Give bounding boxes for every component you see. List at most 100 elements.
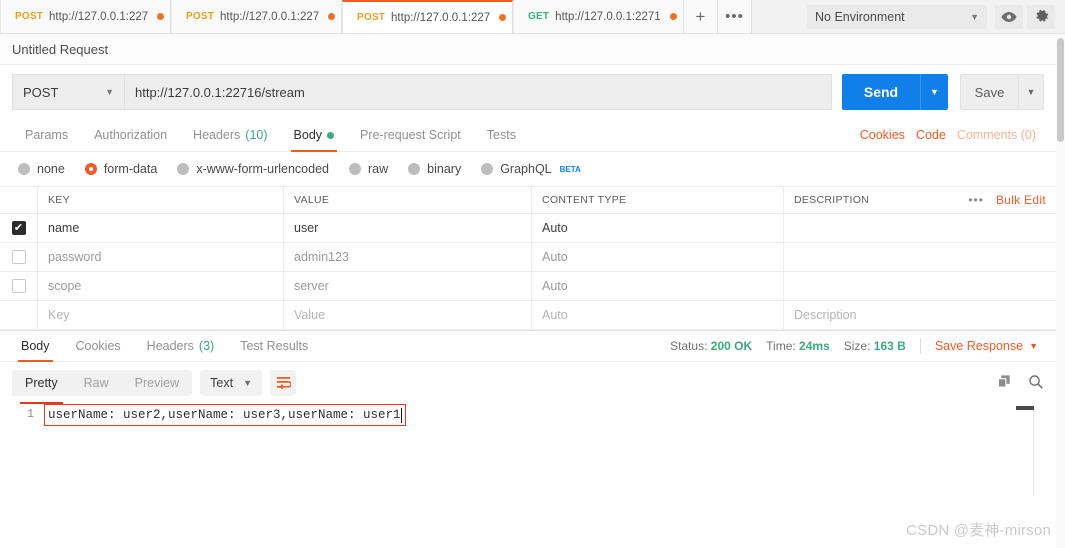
row-content-type-input[interactable]: Auto [532, 214, 784, 242]
view-mode-preview[interactable]: Preview [122, 370, 192, 396]
word-wrap-toggle[interactable] [270, 370, 296, 396]
comments-link[interactable]: Comments (0) [957, 128, 1036, 142]
settings-button[interactable] [1027, 4, 1055, 29]
request-tab-strip: POST http://127.0.0.1:227… POST http://1… [0, 0, 1065, 34]
response-tab-body[interactable]: Body [8, 331, 63, 362]
request-tab-4[interactable]: GET http://127.0.0.1:2271… [513, 0, 684, 33]
save-response-button[interactable]: Save Response ▼ [935, 339, 1038, 353]
body-type-graphql[interactable]: GraphQL BETA [481, 162, 581, 176]
tab-headers[interactable]: Headers (10) [180, 119, 280, 151]
row-content-type-input[interactable]: Auto [532, 272, 784, 300]
row-key-input[interactable]: password [38, 243, 284, 271]
environment-quick-look-button[interactable] [995, 4, 1023, 29]
tab-authorization[interactable]: Authorization [81, 119, 180, 151]
row-enable-checkbox[interactable] [0, 272, 38, 300]
request-tab-method: POST [15, 11, 44, 22]
body-type-none[interactable]: none [18, 162, 65, 176]
tab-label: Body [21, 339, 50, 353]
response-tabs-bar: Body Cookies Headers (3) Test Results St… [0, 330, 1056, 362]
view-mode-label: Preview [134, 376, 180, 390]
unsaved-changes-dot-icon [157, 13, 164, 20]
page-scrollbar[interactable] [1056, 34, 1065, 548]
tab-label: Authorization [94, 128, 168, 142]
cookies-link[interactable]: Cookies [860, 128, 905, 142]
new-row-content-type-input[interactable]: Auto [532, 301, 784, 329]
save-button[interactable]: Save [960, 74, 1018, 110]
body-type-raw[interactable]: raw [349, 162, 388, 176]
body-type-binary[interactable]: binary [408, 162, 461, 176]
environment-selector-label: No Environment [815, 9, 905, 24]
chevron-down-icon: ▼ [243, 378, 252, 388]
request-tab-url: http://127.0.0.1:227… [49, 10, 149, 23]
view-mode-raw[interactable]: Raw [71, 370, 122, 396]
request-tab-2[interactable]: POST http://127.0.0.1:227… [171, 0, 342, 33]
row-description-input[interactable] [784, 214, 1056, 242]
tab-label: Pre-request Script [360, 128, 461, 142]
tab-label: Tests [486, 128, 516, 142]
row-enable-checkbox[interactable] [0, 214, 38, 242]
radio-icon [177, 163, 190, 175]
copy-to-clipboard-button[interactable] [997, 374, 1012, 392]
size-value: 163 B [873, 339, 906, 353]
tab-pre-request-script[interactable]: Pre-request Script [347, 119, 474, 151]
request-tab-3-active[interactable]: POST http://127.0.0.1:227… [342, 0, 513, 33]
response-tab-cookies[interactable]: Cookies [63, 331, 134, 361]
row-description-input[interactable] [784, 243, 1056, 271]
row-content-type-input[interactable]: Auto [532, 243, 784, 271]
code-link[interactable]: Code [916, 128, 946, 142]
row-value-input[interactable]: user [284, 214, 532, 242]
row-description-input[interactable] [784, 272, 1056, 300]
plus-icon: + [695, 6, 706, 26]
new-row-value-input[interactable]: Value [284, 301, 532, 329]
body-type-form-data[interactable]: form-data [84, 162, 157, 176]
request-tab-method: GET [528, 11, 550, 22]
request-tab-url: http://127.0.0.1:2271… [555, 10, 662, 23]
send-options-button[interactable]: ▼ [920, 74, 948, 110]
body-type-label: binary [427, 162, 462, 176]
response-format-select[interactable]: Text ▼ [200, 370, 262, 396]
body-type-x-www-form-urlencoded[interactable]: x-www-form-urlencoded [177, 162, 329, 176]
row-value-input[interactable]: admin123 [284, 243, 532, 271]
response-body-editor[interactable]: 1 userName: user2,userName: user3,userNa… [0, 404, 1056, 496]
new-row-key-input[interactable]: Key [38, 301, 284, 329]
bulk-edit-button[interactable]: Bulk Edit [996, 193, 1046, 207]
request-tabs-actions: Cookies Code Comments (0) [860, 119, 1056, 151]
url-input[interactable]: http://127.0.0.1:22716/stream [124, 74, 832, 110]
request-tab-1[interactable]: POST http://127.0.0.1:227… [0, 0, 171, 33]
selected-text-highlight[interactable]: userName: user2,userName: user3,userName… [44, 404, 407, 426]
tab-label: Test Results [240, 339, 309, 353]
text-cursor [400, 407, 403, 423]
save-options-button[interactable]: ▼ [1018, 74, 1044, 110]
code-line: 1 userName: user2,userName: user3,userNa… [0, 404, 1056, 426]
environment-selector[interactable]: No Environment ▼ [807, 4, 987, 29]
tab-params[interactable]: Params [12, 119, 81, 151]
row-key-input[interactable]: name [38, 214, 284, 242]
http-method-select[interactable]: POST ▼ [12, 74, 124, 110]
row-key-input[interactable]: scope [38, 272, 284, 300]
page-scrollbar-thumb[interactable] [1057, 38, 1064, 142]
table-options-button[interactable]: ••• [968, 193, 984, 207]
search-response-button[interactable] [1028, 374, 1044, 393]
chevron-down-icon: ▼ [1029, 341, 1038, 351]
row-value-input[interactable]: server [284, 272, 532, 300]
table-header-row: KEY VALUE CONTENT TYPE DESCRIPTION ••• B… [0, 187, 1056, 214]
table-row: scope server Auto [0, 272, 1056, 301]
table-header-description-cell: DESCRIPTION ••• Bulk Edit [784, 187, 1056, 213]
view-mode-pretty[interactable]: Pretty [12, 370, 71, 404]
row-enable-checkbox[interactable] [0, 243, 38, 271]
status-group: Status: 200 OK [670, 339, 752, 353]
body-type-label: GraphQL [500, 162, 552, 176]
table-row: password admin123 Auto [0, 243, 1056, 272]
tab-tests[interactable]: Tests [474, 119, 529, 151]
editor-horizontal-scrollbar[interactable] [1016, 406, 1034, 410]
response-tab-test-results[interactable]: Test Results [227, 331, 321, 361]
response-tab-headers[interactable]: Headers (3) [134, 331, 228, 361]
new-row-description-input[interactable]: Description [784, 301, 1056, 329]
new-tab-button[interactable]: + [684, 0, 718, 33]
tab-options-button[interactable]: ••• [718, 0, 752, 33]
chevron-down-icon: ▼ [930, 87, 939, 97]
response-view-toolbar: Pretty Raw Preview Text ▼ [0, 362, 1056, 404]
eye-icon [1001, 11, 1017, 22]
send-button[interactable]: Send [842, 74, 920, 110]
tab-body[interactable]: Body [281, 119, 348, 152]
